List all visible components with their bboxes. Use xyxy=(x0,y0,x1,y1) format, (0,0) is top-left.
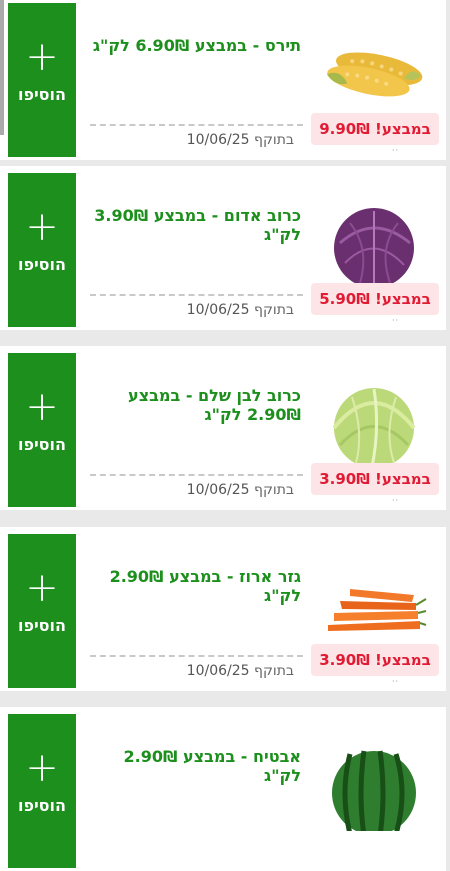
corn-image xyxy=(326,52,423,97)
product-card: + הוסיפו אבטיח - במבצע 2.90₪ לק"ג xyxy=(0,707,446,871)
product-card: + הוסיפו כרוב אדום - במבצע 3.90₪ לק"ג בת… xyxy=(0,166,446,330)
validity-label: בתוקף xyxy=(254,663,294,679)
divider xyxy=(90,474,303,476)
watermelon-image xyxy=(332,750,416,831)
plus-icon: + xyxy=(25,204,59,250)
more-indicator: ·· xyxy=(392,316,400,325)
product-title: אבטיח - במבצע 2.90₪ לק"ג xyxy=(123,747,301,785)
scrollbar-thumb[interactable] xyxy=(0,0,4,135)
validity-label: בתוקף xyxy=(254,482,294,498)
plus-icon: + xyxy=(25,34,59,80)
add-button-label: הוסיפו xyxy=(17,85,67,104)
sale-price-badge: במבצע! 3.90₪ xyxy=(311,644,439,676)
add-to-cart-button[interactable]: + הוסיפו xyxy=(8,173,76,327)
validity-label: בתוקף xyxy=(254,132,294,148)
validity-date: 10/06/25 xyxy=(186,663,250,679)
product-title: כרוב לבן שלם - במבצע 2.90₪ לק"ג xyxy=(128,386,301,424)
product-title: גזר ארוז - במבצע 2.90₪ לק"ג xyxy=(109,567,301,605)
product-title: כרוב אדום - במבצע 3.90₪ לק"ג xyxy=(94,206,301,244)
more-indicator: ·· xyxy=(392,496,400,505)
validity-date: 10/06/25 xyxy=(186,132,250,148)
add-button-label: הוסיפו xyxy=(17,435,67,454)
add-to-cart-button[interactable]: + הוסיפו xyxy=(8,714,76,868)
product-title: תירס - במבצע 6.90₪ לק"ג xyxy=(92,36,301,55)
white-cabbage-image xyxy=(332,388,416,466)
more-indicator: ·· xyxy=(392,146,400,155)
add-to-cart-button[interactable]: + הוסיפו xyxy=(8,353,76,507)
product-card: + הוסיפו גזר ארוז - במבצע 2.90₪ לק"ג בתו… xyxy=(0,527,446,691)
add-button-label: הוסיפו xyxy=(17,616,67,635)
plus-icon: + xyxy=(25,384,59,430)
add-to-cart-button[interactable]: + הוסיפו xyxy=(8,3,76,157)
carrots-image xyxy=(328,589,427,631)
validity-label: בתוקף xyxy=(254,302,294,318)
plus-icon: + xyxy=(25,745,59,791)
red-cabbage-image xyxy=(334,208,414,286)
validity-date: 10/06/25 xyxy=(186,482,250,498)
product-card: + הוסיפו תירס - במבצע 6.90₪ לק"ג בתוקף 1… xyxy=(0,0,446,160)
validity-text: בתוקף 10/06/25 xyxy=(187,482,294,498)
plus-icon: + xyxy=(25,565,59,611)
add-to-cart-button[interactable]: + הוסיפו xyxy=(8,534,76,688)
sale-price-badge: במבצע! 9.90₪ xyxy=(311,113,439,145)
more-indicator: ·· xyxy=(392,677,400,686)
product-card: + הוסיפו כרוב לבן שלם - במבצע 2.90₪ לק"ג… xyxy=(0,346,446,510)
divider xyxy=(90,124,303,126)
add-button-label: הוסיפו xyxy=(17,255,67,274)
validity-text: בתוקף 10/06/25 xyxy=(187,302,294,318)
divider xyxy=(90,655,303,657)
sale-price-badge: במבצע! 5.90₪ xyxy=(311,283,439,315)
divider xyxy=(90,294,303,296)
validity-date: 10/06/25 xyxy=(186,302,250,318)
sale-price-badge: במבצע! 3.90₪ xyxy=(311,463,439,495)
validity-text: בתוקף 10/06/25 xyxy=(187,132,294,148)
validity-text: בתוקף 10/06/25 xyxy=(187,663,294,679)
add-button-label: הוסיפו xyxy=(17,796,67,815)
